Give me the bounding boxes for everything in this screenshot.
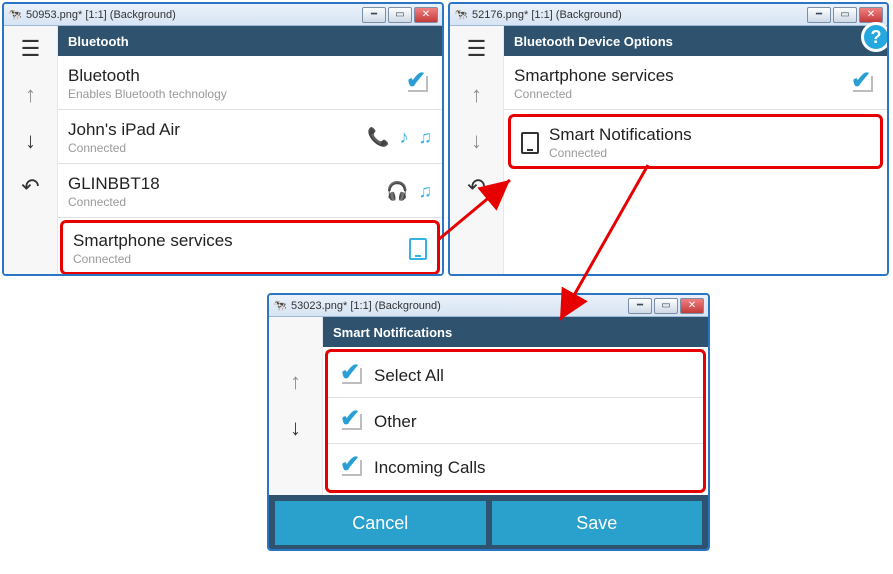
row-icons: 🎧 ♫ (386, 181, 432, 202)
row-subtitle: Enables Bluetooth technology (68, 87, 404, 101)
row-subtitle: Connected (73, 252, 409, 266)
up-arrow-icon[interactable]: ↑ (12, 78, 50, 112)
device-body: ☰ ↑ ↓ ↶ Bluetooth Device Options ? Smart… (450, 26, 887, 274)
window-device-options: 🐄 52176.png* [1:1] (Background) ━ ▭ ✕ ☰ … (448, 2, 889, 276)
phone-icon: 📞 (367, 127, 389, 148)
window-bluetooth: 🐄 50953.png* [1:1] (Background) ━ ▭ ✕ ☰ … (2, 2, 444, 276)
save-button[interactable]: Save (492, 501, 703, 545)
check-icon (338, 410, 366, 434)
row-title: GLINBBT18 (68, 174, 386, 194)
row-icons (409, 238, 427, 260)
row-title: Smart Notifications (549, 125, 870, 145)
nav-column: ☰ ↑ ↓ ↶ (4, 26, 58, 274)
close-button[interactable]: ✕ (680, 298, 704, 314)
minimize-button[interactable]: ━ (362, 7, 386, 23)
row-title: Select All (374, 366, 444, 386)
titlebar: 🐄 52176.png* [1:1] (Background) ━ ▭ ✕ (450, 4, 887, 26)
panel-header: Smart Notifications (323, 317, 708, 347)
row-smart-notifications[interactable]: Smart Notifications Connected (508, 114, 883, 169)
row-subtitle: Connected (68, 195, 386, 209)
check-icon (849, 72, 877, 96)
device-body: ↑ ↓ Smart Notifications Select All Other (269, 317, 708, 549)
back-icon[interactable]: ↶ (12, 170, 50, 204)
music-icon: ♫ (419, 127, 433, 148)
down-arrow-icon[interactable]: ↓ (458, 124, 496, 158)
help-icon[interactable]: ? (861, 22, 889, 52)
row-title: Incoming Calls (374, 458, 486, 478)
app-icon: 🐄 (8, 8, 22, 22)
window-controls: ━ ▭ ✕ (807, 7, 883, 23)
row-title: John's iPad Air (68, 120, 367, 140)
cancel-button[interactable]: Cancel (275, 501, 486, 545)
row-ipad[interactable]: John's iPad Air Connected 📞 ♪ ♫ (58, 110, 442, 164)
row-subtitle: Connected (549, 146, 870, 160)
app-icon: 🐄 (454, 8, 468, 22)
row-smartphone-services[interactable]: Smartphone services Connected (60, 220, 440, 275)
menu-icon[interactable]: ☰ (12, 32, 50, 66)
window-title: 53023.png* [1:1] (Background) (291, 300, 624, 312)
media-icon: ♪ (400, 127, 409, 148)
menu-icon[interactable]: ☰ (458, 32, 496, 66)
app-icon: 🐄 (273, 299, 287, 313)
row-title: Smartphone services (73, 231, 409, 251)
headset-icon: 🎧 (386, 181, 408, 202)
content-column: Bluetooth Device Options ? Smartphone se… (504, 26, 887, 274)
panel-title: Bluetooth (68, 34, 129, 49)
down-arrow-icon[interactable]: ↓ (277, 411, 315, 445)
window-title: 52176.png* [1:1] (Background) (472, 9, 803, 21)
row-subtitle: Connected (68, 141, 367, 155)
titlebar: 🐄 50953.png* [1:1] (Background) ━ ▭ ✕ (4, 4, 442, 26)
smartphone-icon (521, 132, 539, 154)
window-controls: ━ ▭ ✕ (628, 298, 704, 314)
check-icon (338, 364, 366, 388)
panel-header: Bluetooth (58, 26, 442, 56)
titlebar: 🐄 53023.png* [1:1] (Background) ━ ▭ ✕ (269, 295, 708, 317)
maximize-button[interactable]: ▭ (833, 7, 857, 23)
up-arrow-icon[interactable]: ↑ (458, 78, 496, 112)
window-smart-notifications: 🐄 53023.png* [1:1] (Background) ━ ▭ ✕ ↑ … (267, 293, 710, 551)
row-title: Bluetooth (68, 66, 404, 86)
window-controls: ━ ▭ ✕ (362, 7, 438, 23)
check-icon (404, 72, 432, 96)
close-button[interactable]: ✕ (859, 7, 883, 23)
nav-column: ☰ ↑ ↓ ↶ (450, 26, 504, 274)
minimize-button[interactable]: ━ (628, 298, 652, 314)
row-glinbbt[interactable]: GLINBBT18 Connected 🎧 ♫ (58, 164, 442, 218)
down-arrow-icon[interactable]: ↓ (12, 124, 50, 158)
device-body: ☰ ↑ ↓ ↶ Bluetooth Bluetooth Enables Blue… (4, 26, 442, 274)
minimize-button[interactable]: ━ (807, 7, 831, 23)
panel-title: Smart Notifications (333, 325, 452, 340)
music-icon: ♫ (419, 181, 433, 202)
maximize-button[interactable]: ▭ (654, 298, 678, 314)
back-icon[interactable]: ↶ (458, 170, 496, 204)
row-bluetooth-toggle[interactable]: Bluetooth Enables Bluetooth technology (58, 56, 442, 110)
content-column: Smart Notifications Select All Other Inc… (323, 317, 708, 495)
row-icons: 📞 ♪ ♫ (367, 127, 432, 148)
action-bar: Cancel Save (269, 495, 708, 551)
row-smartphone-services[interactable]: Smartphone services Connected (504, 56, 887, 110)
up-arrow-icon[interactable]: ↑ (277, 365, 315, 399)
smartphone-icon (409, 238, 427, 260)
row-other[interactable]: Other (328, 398, 703, 444)
nav-column: ↑ ↓ (269, 317, 323, 495)
row-select-all[interactable]: Select All (328, 352, 703, 398)
panel-header: Bluetooth Device Options ? (504, 26, 887, 56)
content-column: Bluetooth Bluetooth Enables Bluetooth te… (58, 26, 442, 274)
row-subtitle: Connected (514, 87, 849, 101)
window-title: 50953.png* [1:1] (Background) (26, 9, 358, 21)
row-title: Smartphone services (514, 66, 849, 86)
maximize-button[interactable]: ▭ (388, 7, 412, 23)
close-button[interactable]: ✕ (414, 7, 438, 23)
row-incoming-calls[interactable]: Incoming Calls (328, 444, 703, 490)
panel-title: Bluetooth Device Options (514, 34, 673, 49)
row-title: Other (374, 412, 417, 432)
check-icon (338, 456, 366, 480)
